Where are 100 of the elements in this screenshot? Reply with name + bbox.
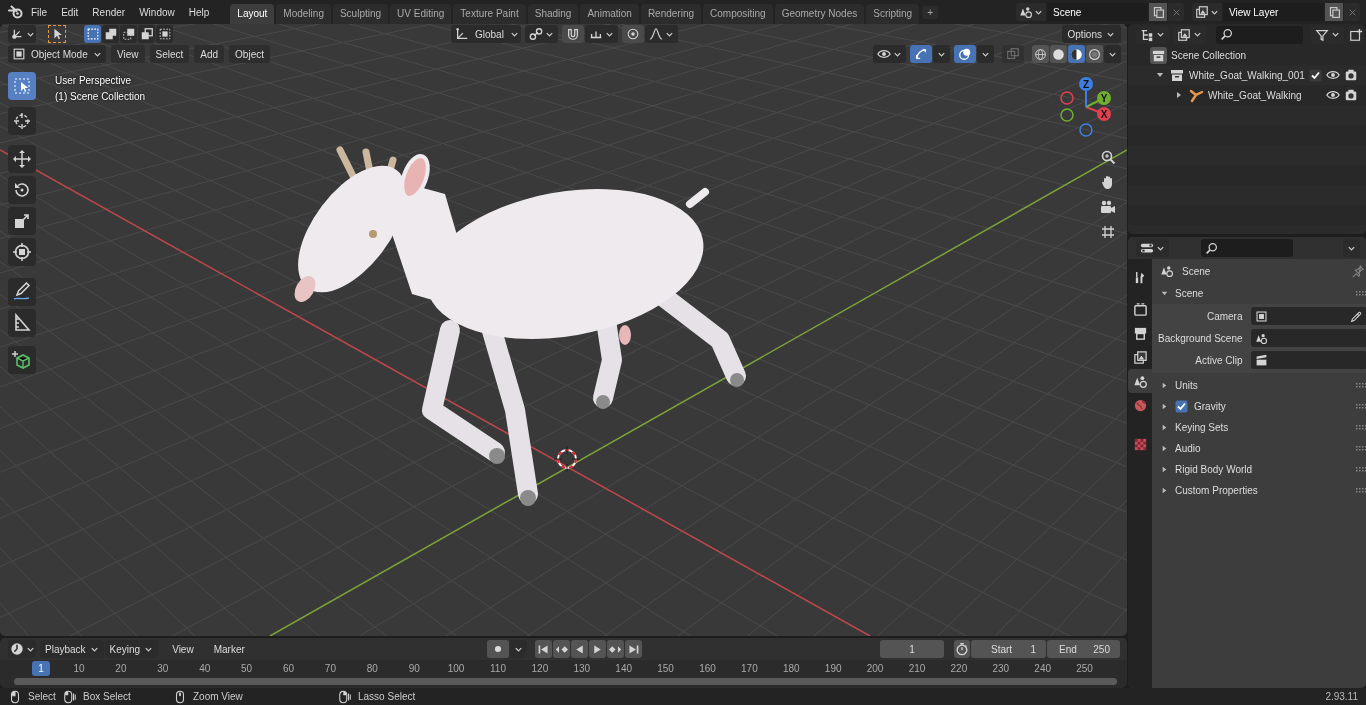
frame-start-field[interactable]: Start 1	[971, 640, 1046, 658]
browse-button[interactable]	[1192, 3, 1222, 21]
panel-title[interactable]: Keying Sets	[1175, 422, 1229, 433]
outliner-item-label[interactable]: Scene Collection	[1171, 49, 1247, 61]
workspace-tab[interactable]: Compositing	[703, 4, 773, 24]
gizmo-negative-axis-handle[interactable]	[1060, 91, 1074, 105]
mode-dropdown[interactable]: Object Mode	[8, 45, 106, 63]
snap-toggle[interactable]	[562, 25, 584, 43]
selection-mode-button[interactable]	[156, 25, 173, 43]
disclosure-triangle-icon[interactable]	[1160, 465, 1169, 474]
proportional-edit-toggle[interactable]	[622, 25, 644, 43]
panel-title[interactable]: Custom Properties	[1175, 485, 1258, 496]
options-dropdown[interactable]: Options	[1061, 25, 1121, 43]
duplicate-button[interactable]	[1325, 3, 1343, 21]
panel-title[interactable]: Scene	[1175, 288, 1204, 299]
selection-mode-button[interactable]	[138, 25, 155, 43]
tool-button[interactable]	[8, 278, 36, 306]
tool-button[interactable]	[8, 176, 36, 204]
caret-button[interactable]	[977, 45, 994, 63]
camera-icon[interactable]	[1344, 88, 1358, 102]
visibility-dropdown[interactable]	[873, 45, 906, 63]
menu-item[interactable]: Render	[85, 3, 133, 21]
playback-button[interactable]	[606, 640, 624, 658]
current-frame-field[interactable]: 1	[880, 640, 944, 658]
workspace-tab[interactable]: Texture Paint	[453, 4, 526, 24]
options-dropdown[interactable]	[1343, 239, 1360, 257]
tool-button[interactable]	[8, 309, 36, 337]
pivot-point-dropdown[interactable]	[525, 25, 558, 43]
playback-button[interactable]	[588, 640, 606, 658]
shading-mode-button[interactable]	[1086, 45, 1103, 63]
menu-item[interactable]: Add	[194, 45, 225, 63]
scene-name-field[interactable]: Scene	[1047, 3, 1148, 21]
workspace-tab[interactable]: UV Editing	[390, 4, 452, 24]
gizmo-toggle[interactable]	[910, 45, 932, 63]
playback-button[interactable]	[534, 640, 552, 658]
workspace-tab[interactable]: Shading	[527, 4, 579, 24]
eye-icon[interactable]	[1326, 68, 1340, 82]
tool-button[interactable]	[8, 145, 36, 173]
disclosure-triangle-icon[interactable]	[1160, 423, 1169, 432]
blender-logo-icon[interactable]	[8, 4, 24, 20]
gizmo-axis-handle[interactable]: X	[1097, 107, 1111, 121]
preview-range-toggle[interactable]	[954, 640, 970, 658]
snap-target-dropdown[interactable]	[585, 25, 618, 43]
search-field[interactable]	[1201, 239, 1293, 257]
falloff-dropdown[interactable]	[645, 25, 678, 43]
disclosure-triangle-icon[interactable]	[1160, 444, 1169, 453]
menu-dropdown[interactable]: Keying	[104, 640, 159, 658]
disclosure-triangle-icon[interactable]	[1160, 402, 1169, 411]
caret-button[interactable]	[1104, 45, 1121, 63]
xray-toggle[interactable]	[1002, 45, 1024, 63]
disclosure-triangle-icon[interactable]	[1160, 381, 1169, 390]
pin-icon[interactable]	[1350, 264, 1365, 278]
menu-item[interactable]: Edit	[54, 3, 86, 21]
tool-button[interactable]	[8, 346, 36, 374]
workspace-tab[interactable]: Sculpting	[332, 4, 389, 24]
menu-item[interactable]: Object	[229, 45, 270, 63]
outliner-item-label[interactable]: White_Goat_Walking	[1208, 89, 1302, 101]
add-workspace-button[interactable]: +	[922, 5, 938, 19]
auto-keying-button[interactable]	[486, 640, 509, 658]
editor-type-button[interactable]	[1136, 239, 1169, 257]
transform-orientation-dropdown[interactable]: Global	[451, 25, 521, 43]
workspace-tab[interactable]: Layout	[230, 4, 275, 24]
tool-button[interactable]	[8, 207, 36, 235]
panel-title[interactable]: Rigid Body World	[1175, 464, 1253, 475]
tool-button[interactable]	[8, 107, 36, 135]
frame-end-field[interactable]: End 250	[1047, 640, 1120, 658]
outliner-item-label[interactable]: White_Goat_Walking_001	[1189, 69, 1305, 81]
workspace-tab[interactable]: Scripting	[866, 4, 920, 24]
gizmo-negative-axis-handle[interactable]	[1060, 108, 1074, 122]
overlay-toggle[interactable]	[954, 45, 976, 63]
selection-mode-button[interactable]	[84, 25, 101, 43]
scrollbar[interactable]	[14, 678, 1117, 685]
menu-item[interactable]: Window	[132, 3, 182, 21]
eyedropper-icon[interactable]	[1349, 309, 1363, 323]
workspace-tab[interactable]: Rendering	[640, 4, 702, 24]
gizmo-negative-axis-handle[interactable]	[1079, 123, 1093, 137]
data-block-field[interactable]	[1250, 351, 1366, 369]
tool-button[interactable]	[8, 238, 36, 266]
checkbox[interactable]	[1175, 400, 1188, 413]
playback-button[interactable]	[552, 640, 570, 658]
browse-button[interactable]	[1016, 3, 1046, 21]
shading-mode-button[interactable]	[1068, 45, 1085, 63]
menu-item[interactable]: File	[24, 3, 55, 21]
caret-button[interactable]	[933, 45, 950, 63]
panel-title[interactable]: Audio	[1175, 443, 1201, 454]
selection-mode-button[interactable]	[120, 25, 137, 43]
editor-type-button[interactable]	[8, 640, 36, 658]
menu-item[interactable]: Marker	[207, 640, 251, 658]
menu-item[interactable]: View	[111, 45, 145, 63]
workspace-tab[interactable]: Modeling	[276, 4, 331, 24]
disclosure-triangle-icon[interactable]	[1160, 486, 1169, 495]
data-block-field[interactable]	[1250, 329, 1366, 347]
panel-title[interactable]: Gravity	[1194, 401, 1226, 412]
playback-button[interactable]	[570, 640, 588, 658]
editor-type-button[interactable]	[8, 25, 36, 43]
menu-item[interactable]: Help	[181, 3, 217, 21]
workspace-tab[interactable]: Animation	[580, 4, 639, 24]
search-field[interactable]	[1216, 25, 1303, 44]
disclosure-triangle-icon[interactable]	[1160, 289, 1169, 298]
selection-mode-button[interactable]	[102, 25, 119, 43]
